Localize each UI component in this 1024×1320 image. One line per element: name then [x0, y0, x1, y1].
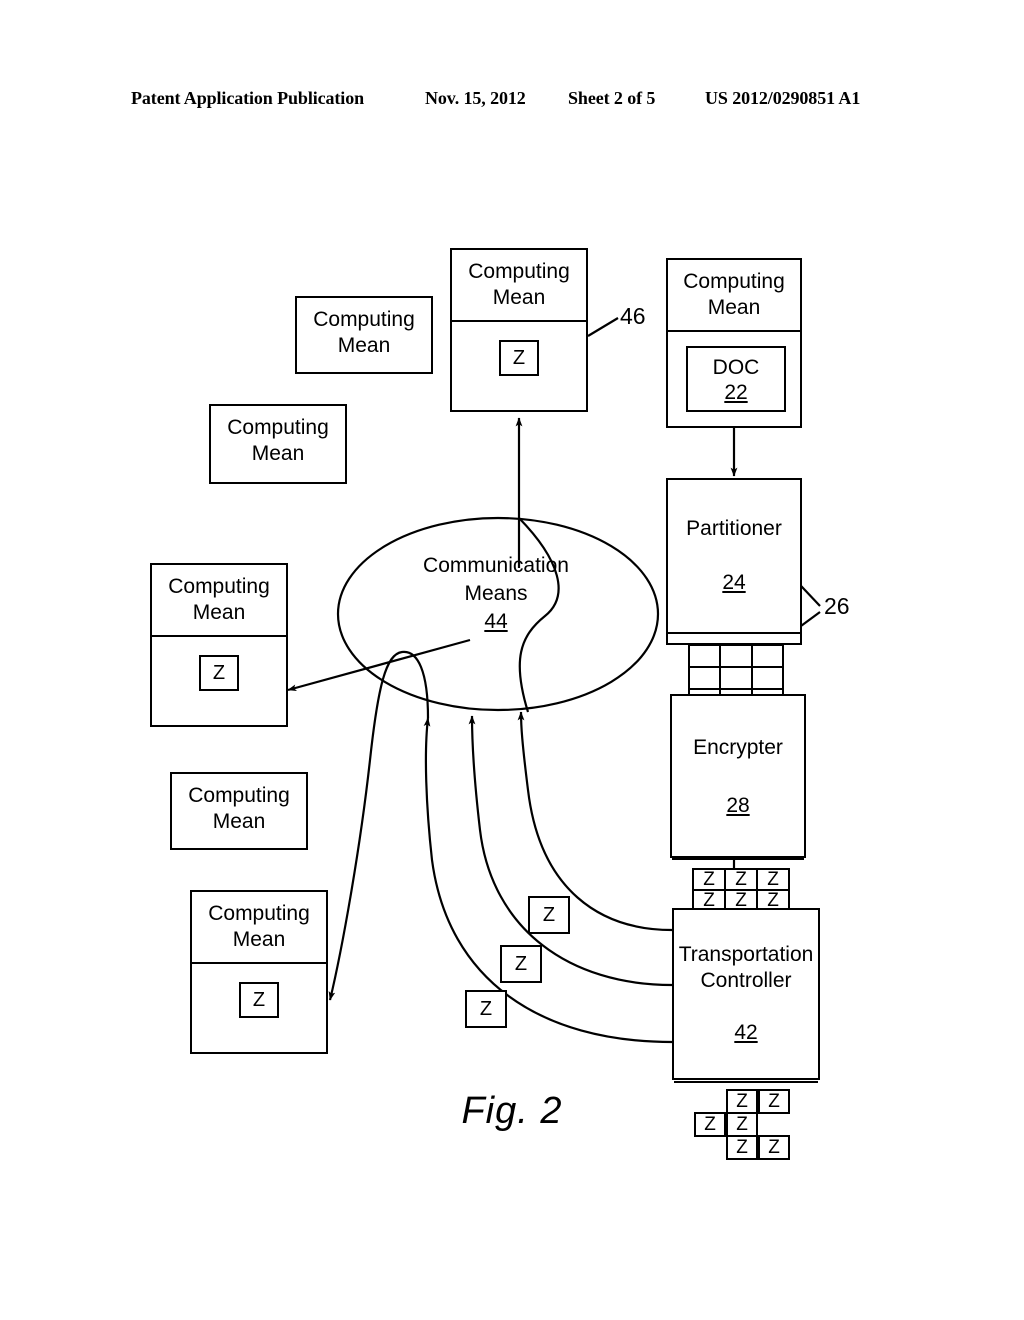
ref-numeral-46: 46	[620, 303, 646, 329]
computing-mean-label: Computing Mean	[313, 308, 415, 357]
figure-2-diagram: Computing Mean Computing Mean Computing …	[0, 0, 1024, 1320]
encrypted-cell: Z	[726, 870, 758, 892]
figure-caption: Fig. 2	[461, 1090, 563, 1132]
doc-ref-numeral: 22	[724, 381, 748, 404]
computing-mean-box-1[interactable]: Computing Mean	[295, 296, 433, 374]
computing-mean-box-2[interactable]: Computing Mean	[209, 404, 347, 484]
doc-label: DOC	[712, 356, 760, 379]
computing-mean-box-with-payload-left[interactable]: Computing Mean Z	[150, 563, 288, 727]
in-flight-packet-2: Z	[500, 945, 542, 983]
encrypter-title: Encrypter	[693, 736, 783, 759]
payload-z-chip: Z	[499, 340, 539, 376]
payload-area: Z	[152, 637, 286, 727]
transport-cell: Z	[726, 1135, 758, 1160]
transportation-controller-ref-numeral: 42	[734, 1021, 758, 1044]
payload-area: Z	[452, 322, 586, 412]
partitioner-box[interactable]: Partitioner 24	[666, 478, 802, 712]
in-flight-packet-3: Z	[465, 990, 507, 1028]
payload-z-chip: Z	[199, 655, 239, 691]
encrypter-label: Encrypter 28	[672, 696, 804, 860]
partitioner-title: Partitioner	[686, 517, 782, 540]
connector-blob-to-computing-mean-bottom	[328, 650, 430, 1001]
in-flight-packet-1: Z	[528, 896, 570, 934]
payload-area: Z	[192, 964, 326, 1054]
payload-z-chip: Z	[239, 982, 279, 1018]
computing-mean-box-3[interactable]: Computing Mean	[170, 772, 308, 850]
doc-box[interactable]: DOC 22	[686, 346, 786, 412]
computing-mean-box-with-payload-top[interactable]: Computing Mean Z	[450, 248, 588, 412]
computing-mean-label: Computing Mean	[452, 250, 586, 322]
ref-numeral-26: 26	[824, 593, 850, 619]
transport-cell: Z	[758, 1135, 790, 1160]
encrypter-box[interactable]: Encrypter 28 Z Z Z Z Z Z Z Z Z	[670, 694, 806, 934]
encrypted-cell: Z	[758, 870, 790, 892]
computing-mean-label: Computing Mean	[188, 784, 290, 833]
transportation-controller-title: Transportation Controller	[678, 943, 814, 992]
connector-transport-to-blob-3	[423, 717, 673, 1044]
partition-cell	[690, 646, 722, 668]
computing-mean-label: Computing Mean	[192, 892, 326, 964]
encrypter-ref-numeral: 28	[726, 794, 750, 817]
communication-means-title: Communication Means	[423, 554, 569, 605]
leader-line-46	[587, 317, 619, 337]
computing-mean-box-with-doc[interactable]: Computing Mean DOC 22	[666, 258, 802, 428]
computing-mean-label: Computing Mean	[668, 260, 800, 332]
communication-means-ref-numeral: 44	[484, 610, 508, 633]
partitioner-ref-numeral: 24	[722, 571, 746, 594]
computing-mean-box-with-payload-bottom[interactable]: Computing Mean Z	[190, 890, 328, 1054]
computing-mean-label: Computing Mean	[152, 565, 286, 637]
communication-means-label: Communication Means 44	[386, 552, 606, 636]
partition-cell	[721, 668, 753, 690]
partitioner-label: Partitioner 24	[668, 480, 800, 634]
encrypted-cell: Z	[694, 870, 726, 892]
doc-area: DOC 22	[668, 332, 800, 428]
transportation-controller-box[interactable]: Transportation Controller 42 Z Z Z Z Z Z	[672, 908, 820, 1160]
connector-blob-to-computing-mean-left	[287, 638, 471, 692]
partition-cell	[721, 646, 753, 668]
partition-cell	[752, 646, 784, 668]
partition-cell	[752, 668, 784, 690]
computing-mean-label: Computing Mean	[227, 416, 329, 465]
transportation-controller-label: Transportation Controller 42	[674, 910, 818, 1083]
partition-cell	[690, 668, 722, 690]
